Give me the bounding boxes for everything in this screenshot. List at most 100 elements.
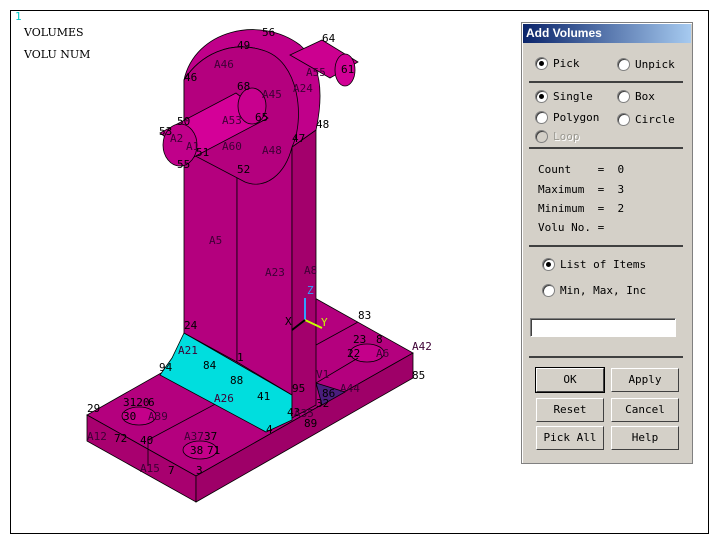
help-button[interactable]: Help: [611, 426, 679, 450]
model-label: 3120: [123, 396, 150, 409]
model-viewport[interactable]: 56 6449A46 61A554668A45 A2450 A53 654853A2A15…: [0, 0, 520, 546]
model-label: 6: [148, 396, 155, 409]
model-label: A60: [222, 140, 242, 153]
model-label: 7: [168, 464, 175, 477]
model-label: 89: [304, 417, 317, 430]
dialog-title: Add Volumes: [523, 24, 691, 43]
model-label: A21: [178, 344, 198, 357]
model-label: 95: [292, 382, 305, 395]
model-label: 65: [255, 111, 268, 124]
model-label: 41: [257, 390, 270, 403]
model-label: 83: [358, 309, 371, 322]
model-label: A55: [306, 66, 326, 79]
radio-icon: [617, 90, 630, 103]
model-label: 61: [341, 63, 354, 76]
model-label: V1: [316, 368, 329, 381]
single-radio[interactable]: Single: [535, 90, 593, 103]
model-label: A24: [293, 82, 313, 95]
model-label: 29: [87, 402, 100, 415]
model-label: A46: [214, 58, 234, 71]
model-label: 30: [123, 410, 136, 423]
model-label: 84: [203, 359, 217, 372]
radio-icon: [535, 111, 548, 124]
window-number: 1: [15, 10, 22, 23]
model-label: 52: [237, 163, 250, 176]
model-label: A26: [214, 392, 234, 405]
model-label: 71: [207, 444, 220, 457]
radio-checked-icon: [535, 57, 548, 70]
model-label: 85: [412, 369, 425, 382]
axis-label-y: Y: [321, 316, 328, 329]
min-max-inc-radio[interactable]: Min, Max, Inc: [542, 284, 646, 297]
model-label: 22: [347, 347, 360, 360]
radio-checked-icon: [535, 90, 548, 103]
ok-button[interactable]: OK: [535, 367, 605, 393]
model-label: 40: [140, 434, 153, 447]
reset-button[interactable]: Reset: [536, 398, 604, 422]
apply-button[interactable]: Apply: [611, 368, 679, 392]
model-label: 23: [353, 333, 366, 346]
divider: [529, 356, 683, 358]
model-label: 50: [177, 115, 190, 128]
model-label: 46: [184, 71, 197, 84]
divider: [529, 245, 683, 247]
model-label: 51: [196, 146, 209, 159]
divider: [529, 81, 683, 83]
model-label: A8: [304, 264, 317, 277]
model-label: A42: [412, 340, 432, 353]
model-label: A5: [209, 234, 222, 247]
list-of-items-radio[interactable]: List of Items: [542, 258, 646, 271]
model-label: 49: [237, 39, 250, 52]
model-label: 8: [376, 333, 383, 346]
radio-checked-icon: [542, 258, 555, 271]
radio-icon: [542, 284, 555, 297]
unpick-radio[interactable]: Unpick: [617, 58, 675, 71]
model-label: 32: [316, 397, 329, 410]
model-label: A53: [222, 114, 242, 127]
radio-icon: [617, 58, 630, 71]
model-label: 38: [190, 444, 203, 457]
loop-radio: Loop: [535, 130, 580, 143]
pick-entry-input[interactable]: [530, 318, 676, 337]
model-label: 37: [204, 430, 217, 443]
axis-label-x: X: [285, 315, 292, 328]
model-label: A15: [140, 462, 160, 475]
model-label: 68: [237, 80, 250, 93]
model-label: 88: [230, 374, 243, 387]
box-radio[interactable]: Box: [617, 90, 655, 103]
model-label: A37: [184, 430, 204, 443]
pick-radio[interactable]: Pick: [535, 57, 580, 70]
model-label: 1: [237, 351, 244, 364]
legend-title: VOLUMES: [24, 26, 84, 39]
volume-model[interactable]: [86, 29, 414, 503]
model-label: A44: [340, 382, 360, 395]
model-label: 72: [114, 432, 127, 445]
model-label: 48: [316, 118, 329, 131]
model-label: A6: [376, 347, 389, 360]
minimum-readout: Minimum = 2: [538, 202, 625, 215]
model-label: A48: [262, 144, 282, 157]
volu-no-label: Volu No. =: [538, 221, 605, 234]
model-label: 3: [196, 464, 203, 477]
model-label: 94: [159, 361, 173, 374]
pick-all-button[interactable]: Pick All: [536, 426, 604, 450]
polygon-radio[interactable]: Polygon: [535, 111, 599, 124]
model-label: 55: [177, 158, 190, 171]
model-label: 47: [292, 132, 305, 145]
model-label: A39: [148, 410, 168, 423]
legend-subtitle: VOLU NUM: [24, 48, 91, 61]
model-label: A23: [265, 266, 285, 279]
model-label: 64: [322, 32, 336, 45]
circle-radio[interactable]: Circle: [617, 113, 675, 126]
cancel-button[interactable]: Cancel: [611, 398, 679, 422]
model-label: A2: [170, 132, 183, 145]
radio-icon: [617, 113, 630, 126]
model-label: 56: [262, 26, 275, 39]
model-label: A12: [87, 430, 107, 443]
model-label: 24: [184, 319, 198, 332]
axis-label-z: Z: [307, 284, 314, 297]
add-volumes-dialog: Add Volumes Pick Unpick Single Box Polyg…: [521, 22, 693, 464]
divider: [529, 147, 683, 149]
model-label: 4: [266, 423, 273, 436]
model-label: A45: [262, 88, 282, 101]
